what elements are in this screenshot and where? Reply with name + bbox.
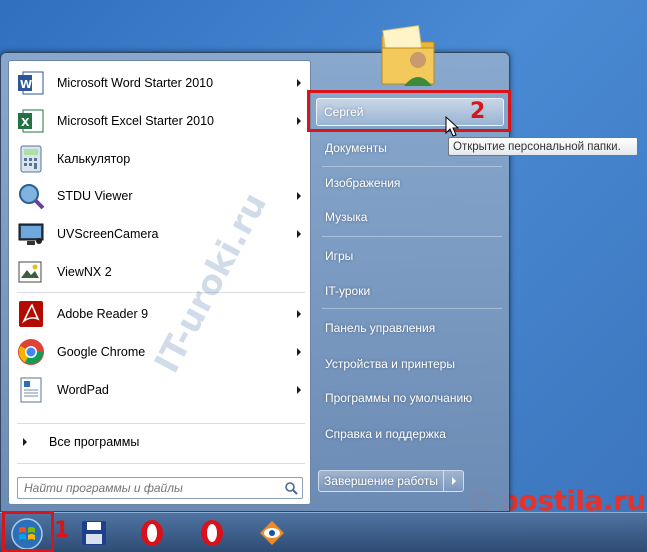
svg-text:X: X [21, 116, 30, 129]
separator [17, 423, 305, 424]
arrow-right-icon [23, 438, 27, 446]
shutdown-button[interactable]: Завершение работы [318, 470, 444, 492]
right-menu-item[interactable]: IT-уроки [318, 277, 504, 305]
program-label: UVScreenCamera [57, 227, 159, 241]
start-button[interactable] [8, 517, 46, 551]
program-item[interactable]: Калькулятор [12, 141, 307, 177]
program-label: Калькулятор [57, 152, 131, 166]
separator [322, 308, 502, 309]
program-item[interactable]: WordPad [12, 372, 307, 408]
shutdown-options-button[interactable] [444, 470, 464, 492]
program-label: Adobe Reader 9 [57, 307, 149, 321]
separator [17, 292, 305, 293]
all-programs-label: Все программы [49, 435, 140, 449]
right-menu-item[interactable]: Игры [318, 242, 504, 270]
right-menu-item[interactable]: Справка и поддержка [318, 420, 504, 448]
right-menu-item[interactable]: Изображения [318, 169, 504, 197]
stdu-viewer-icon [15, 180, 47, 212]
submenu-arrow-icon[interactable] [297, 230, 301, 238]
program-item[interactable]: Adobe Reader 9 [12, 296, 307, 332]
submenu-arrow-icon[interactable] [297, 192, 301, 200]
right-menu-item[interactable]: Программы по умолчанию [318, 384, 504, 412]
shutdown-group: Завершение работы [318, 470, 468, 492]
annotation-number-1: 1 [54, 518, 70, 543]
program-label: ViewNX 2 [57, 265, 112, 279]
submenu-arrow-icon[interactable] [297, 117, 301, 125]
submenu-arrow-icon[interactable] [297, 310, 301, 318]
submenu-arrow-icon[interactable] [297, 386, 301, 394]
separator [322, 166, 502, 167]
wordpad-icon [15, 374, 47, 406]
excel-icon: X [15, 105, 47, 137]
windows-logo-icon [11, 518, 43, 550]
program-label: STDU Viewer [57, 189, 133, 203]
program-item[interactable]: Google Chrome [12, 334, 307, 370]
separator [17, 463, 305, 464]
svg-text:W: W [20, 78, 32, 91]
search-box[interactable] [17, 477, 303, 499]
right-menu-item[interactable]: Музыка [318, 203, 504, 231]
viewnx-icon [15, 256, 47, 288]
calculator-icon [15, 143, 47, 175]
opera-icon[interactable] [136, 518, 168, 548]
search-input[interactable] [18, 479, 280, 497]
program-item[interactable]: W Microsoft Word Starter 2010 [12, 65, 307, 101]
all-programs-button[interactable]: Все программы [17, 430, 305, 454]
uvscreencamera-icon [15, 218, 47, 250]
taskbar [0, 512, 647, 552]
right-menu-item[interactable]: Панель управления [318, 314, 504, 342]
submenu-arrow-icon[interactable] [297, 79, 301, 87]
program-item[interactable]: X Microsoft Excel Starter 2010 [12, 103, 307, 139]
separator [322, 236, 502, 237]
program-item[interactable]: UVScreenCamera [12, 216, 307, 252]
program-item[interactable]: ViewNX 2 [12, 254, 307, 290]
arrow-right-icon [451, 477, 456, 485]
word-icon: W [15, 67, 47, 99]
tooltip: Открытие персональной папки. [448, 137, 638, 156]
mouse-cursor-icon [445, 116, 460, 137]
programs-pane: W Microsoft Word Starter 2010 X Microsoft E… [8, 60, 311, 505]
eye-app-icon[interactable] [256, 518, 288, 548]
annotation-number-2: 2 [470, 99, 486, 124]
program-label: WordPad [57, 383, 109, 397]
opera-icon[interactable] [196, 518, 228, 548]
program-label: Microsoft Excel Starter 2010 [57, 114, 215, 128]
program-label: Google Chrome [57, 345, 146, 359]
program-label: Microsoft Word Starter 2010 [57, 76, 214, 90]
search-icon[interactable] [280, 478, 302, 498]
user-folder-icon[interactable] [374, 18, 440, 90]
submenu-arrow-icon[interactable] [297, 348, 301, 356]
right-menu-item[interactable]: Устройства и принтеры [318, 350, 504, 378]
chrome-icon [15, 336, 47, 368]
adobe-reader-icon [15, 298, 47, 330]
save-floppy-icon[interactable] [78, 518, 110, 548]
program-item[interactable]: STDU Viewer [12, 178, 307, 214]
